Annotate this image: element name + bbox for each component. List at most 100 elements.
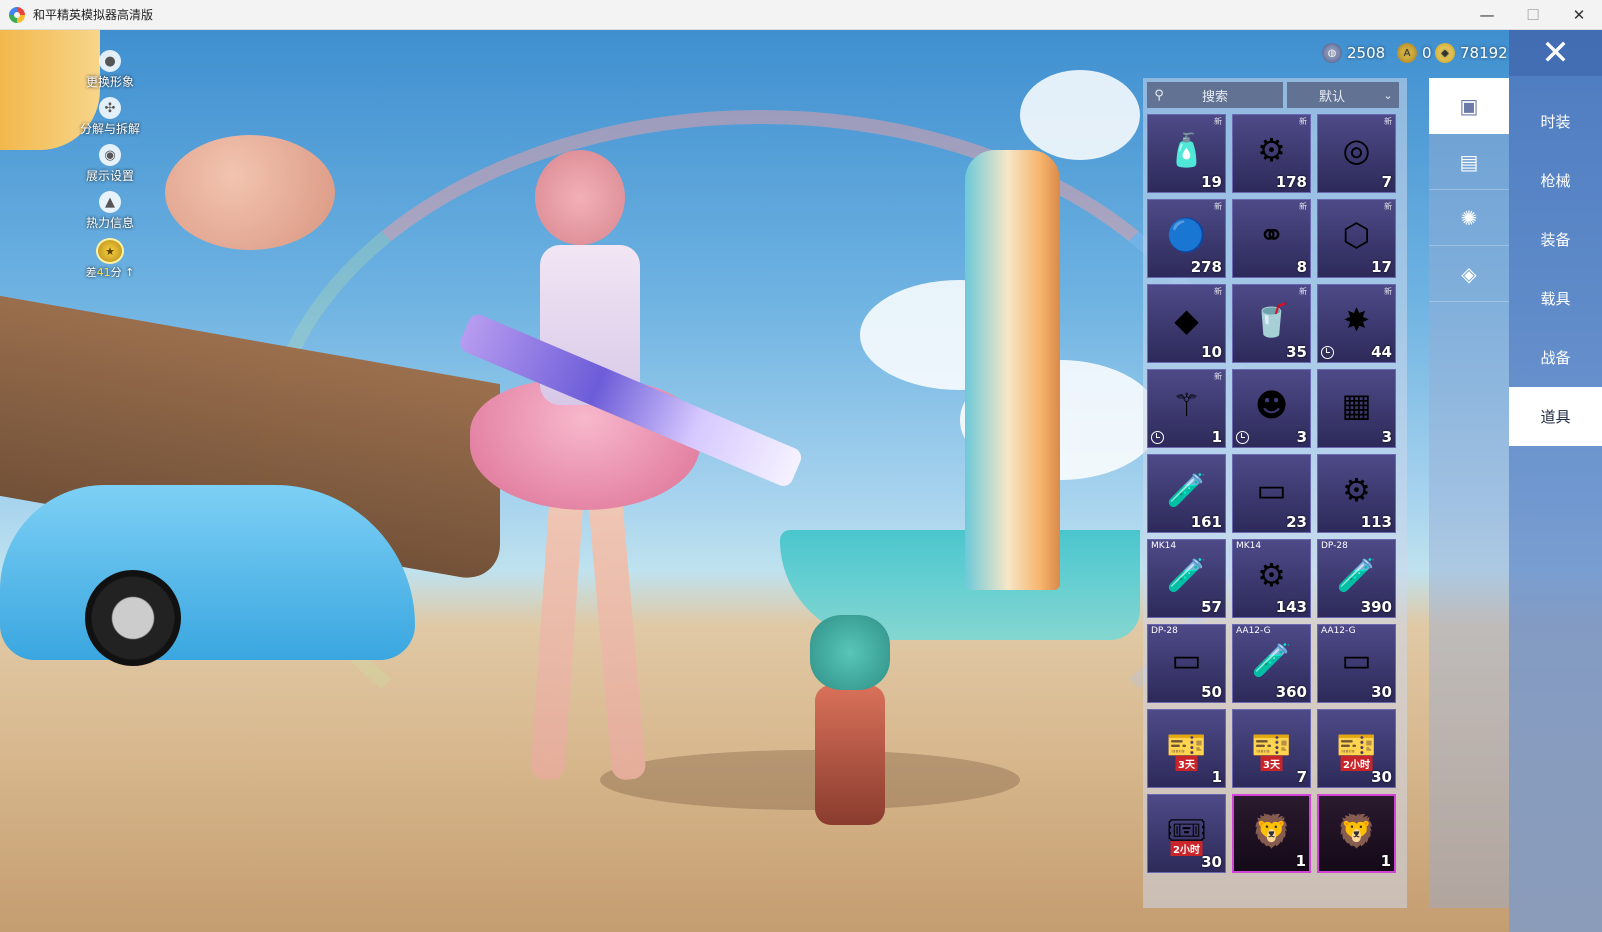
- inventory-item[interactable]: ☻ 3: [1232, 369, 1311, 448]
- inventory-item[interactable]: 🎟 2小时 30: [1147, 794, 1226, 873]
- currency-gold[interactable]: ◆ 78192: [1435, 43, 1508, 63]
- inventory-item[interactable]: ✸ 新 44: [1317, 284, 1396, 363]
- inventory-item[interactable]: ⚚ 新 1: [1147, 369, 1226, 448]
- currency-globe[interactable]: ◍ 2508: [1322, 43, 1385, 63]
- item-quantity: 1: [1295, 852, 1306, 870]
- inventory-item[interactable]: ▦ 3: [1317, 369, 1396, 448]
- inventory-item[interactable]: 🎫 3天 7: [1232, 709, 1311, 788]
- rail-item-label: 装备: [1540, 231, 1571, 249]
- flame-icon: ▲: [99, 191, 121, 213]
- rail-item-guns[interactable]: 枪械: [1509, 151, 1602, 210]
- rabbit-balloon: [165, 135, 335, 250]
- inventory-item[interactable]: 🧪 DP-28 390: [1317, 539, 1396, 618]
- search-placeholder: 搜索: [1201, 89, 1228, 105]
- inventory-item[interactable]: ◎ 新 7: [1317, 114, 1396, 193]
- inventory-item[interactable]: ▭ AA12-G 30: [1317, 624, 1396, 703]
- inventory-item[interactable]: 🧴 新 19: [1147, 114, 1226, 193]
- rail-item-fashion[interactable]: 时装: [1509, 92, 1602, 151]
- green-can-icon: 🧪: [1251, 641, 1292, 680]
- tab-effects[interactable]: ✺: [1429, 190, 1509, 246]
- level-badge-icon: ★: [96, 238, 124, 264]
- inventory-item[interactable]: ▭ DP-28 50: [1147, 624, 1226, 703]
- burst-icon: ✺: [1460, 205, 1478, 230]
- inventory-item[interactable]: 🧪 161: [1147, 454, 1226, 533]
- inventory-item[interactable]: ▭ 23: [1232, 454, 1311, 533]
- item-quantity: 113: [1360, 513, 1392, 531]
- inventory-item[interactable]: ⬡ 新 17: [1317, 199, 1396, 278]
- inventory-item[interactable]: 🥤 新 35: [1232, 284, 1311, 363]
- star-badge-icon: ✸: [1343, 301, 1370, 340]
- tray-icon: ▭: [1256, 471, 1287, 510]
- weapon-tag: DP-28: [1151, 626, 1178, 636]
- minimize-button[interactable]: —: [1464, 0, 1510, 30]
- sort-dropdown[interactable]: 默认 ⌄: [1287, 82, 1399, 108]
- item-quantity: 1: [1211, 428, 1222, 446]
- decompose-icon: ✣: [99, 97, 121, 119]
- rail-item-label: 道具: [1540, 408, 1571, 426]
- window-controls: — ☐ ✕: [1464, 0, 1602, 30]
- globe-coin-icon: ◍: [1322, 43, 1342, 63]
- maximize-button[interactable]: ☐: [1510, 0, 1556, 30]
- tray-icon: ▭: [1341, 641, 1372, 680]
- inventory-item[interactable]: 🧪 MK14 57: [1147, 539, 1226, 618]
- spring-icon: ⚙: [1257, 556, 1286, 595]
- item-quantity: 44: [1371, 343, 1392, 361]
- decompose-button[interactable]: ✣ 分解与拆解: [78, 97, 142, 139]
- green-can-icon: 🧪: [1336, 556, 1377, 595]
- clock-icon: [1236, 431, 1249, 444]
- pink-figure-icon: ☻: [1254, 386, 1289, 425]
- weapon-tag: MK14: [1236, 541, 1262, 551]
- item-quantity: 1: [1211, 768, 1222, 786]
- inventory-item[interactable]: ⚙ 新 178: [1232, 114, 1311, 193]
- inventory-item[interactable]: 🎫 2小时 30: [1317, 709, 1396, 788]
- close-inventory-button[interactable]: ✕: [1509, 30, 1602, 76]
- side-menu: ● 更换形象 ✣ 分解与拆解 ◉ 展示设置 ▲ 热力信息 ★ 差41分 ↑: [78, 50, 142, 285]
- new-badge: 新: [1214, 287, 1222, 296]
- tab-tickets[interactable]: ◈: [1429, 246, 1509, 302]
- inventory-item[interactable]: ⚙ 113: [1317, 454, 1396, 533]
- item-quantity: 390: [1360, 598, 1392, 616]
- inventory-item[interactable]: 🦁 1: [1317, 794, 1396, 873]
- player-character[interactable]: [470, 150, 710, 800]
- clock-icon: [1321, 346, 1334, 359]
- inventory-item[interactable]: 🎫 3天 1: [1147, 709, 1226, 788]
- display-settings-button[interactable]: ◉ 展示设置: [78, 144, 142, 186]
- currency-a[interactable]: A 0: [1397, 43, 1432, 63]
- card-caption: 2小时: [1340, 756, 1373, 772]
- tab-cards[interactable]: ▣: [1429, 78, 1509, 134]
- rail-item-vehicles[interactable]: 载具: [1509, 269, 1602, 328]
- rail-item-equipment[interactable]: 装备: [1509, 210, 1602, 269]
- inventory-item[interactable]: 🔵 新 278: [1147, 199, 1226, 278]
- item-quantity: 19: [1201, 173, 1222, 191]
- bear-figure[interactable]: [805, 615, 895, 835]
- search-input[interactable]: ⚲ 搜索: [1147, 82, 1283, 108]
- cloud: [1020, 70, 1140, 160]
- inventory-item[interactable]: 🦁 1: [1232, 794, 1311, 873]
- rail-item-props[interactable]: 道具: [1509, 387, 1602, 446]
- card-caption: 2小时: [1170, 841, 1203, 857]
- new-badge: 新: [1299, 117, 1307, 126]
- rail-item-supplies[interactable]: 战备: [1509, 328, 1602, 387]
- new-badge: 新: [1299, 202, 1307, 211]
- item-quantity: 57: [1201, 598, 1222, 616]
- rail-item-label: 枪械: [1540, 172, 1571, 190]
- change-appearance-button[interactable]: ● 更换形象: [78, 50, 142, 92]
- inventory-item[interactable]: ⚭ 新 8: [1232, 199, 1311, 278]
- rings-icon: ⚭: [1258, 216, 1285, 255]
- character-leg: [529, 489, 585, 781]
- inventory-panel: ⚲ 搜索 默认 ⌄ 🧴 新 19 ⚙ 新 178 ◎ 新 7 🔵 新 278 ⚭ 新 8 ⬡ 新 17 ◆ 新 10 🥤 新…: [1143, 78, 1407, 908]
- weapon-tag: MK14: [1151, 541, 1177, 551]
- tab-chests[interactable]: ▤: [1429, 134, 1509, 190]
- item-quantity: 30: [1371, 683, 1392, 701]
- currency-value: 78192: [1460, 44, 1508, 62]
- inventory-item[interactable]: ⚙ MK14 143: [1232, 539, 1311, 618]
- level-status[interactable]: ★ 差41分 ↑: [78, 238, 142, 280]
- category-rail: ✕ 时装 枪械 装备 载具 战备 道具: [1509, 30, 1602, 932]
- bear-body: [815, 685, 885, 825]
- inventory-item[interactable]: ◆ 新 10: [1147, 284, 1226, 363]
- inventory-item[interactable]: 🧪 AA12-G 360: [1232, 624, 1311, 703]
- close-window-button[interactable]: ✕: [1556, 0, 1602, 30]
- drink-can-icon: 🥤: [1251, 301, 1292, 340]
- level-label: 差41分 ↑: [86, 264, 135, 280]
- heat-info-button[interactable]: ▲ 热力信息: [78, 191, 142, 233]
